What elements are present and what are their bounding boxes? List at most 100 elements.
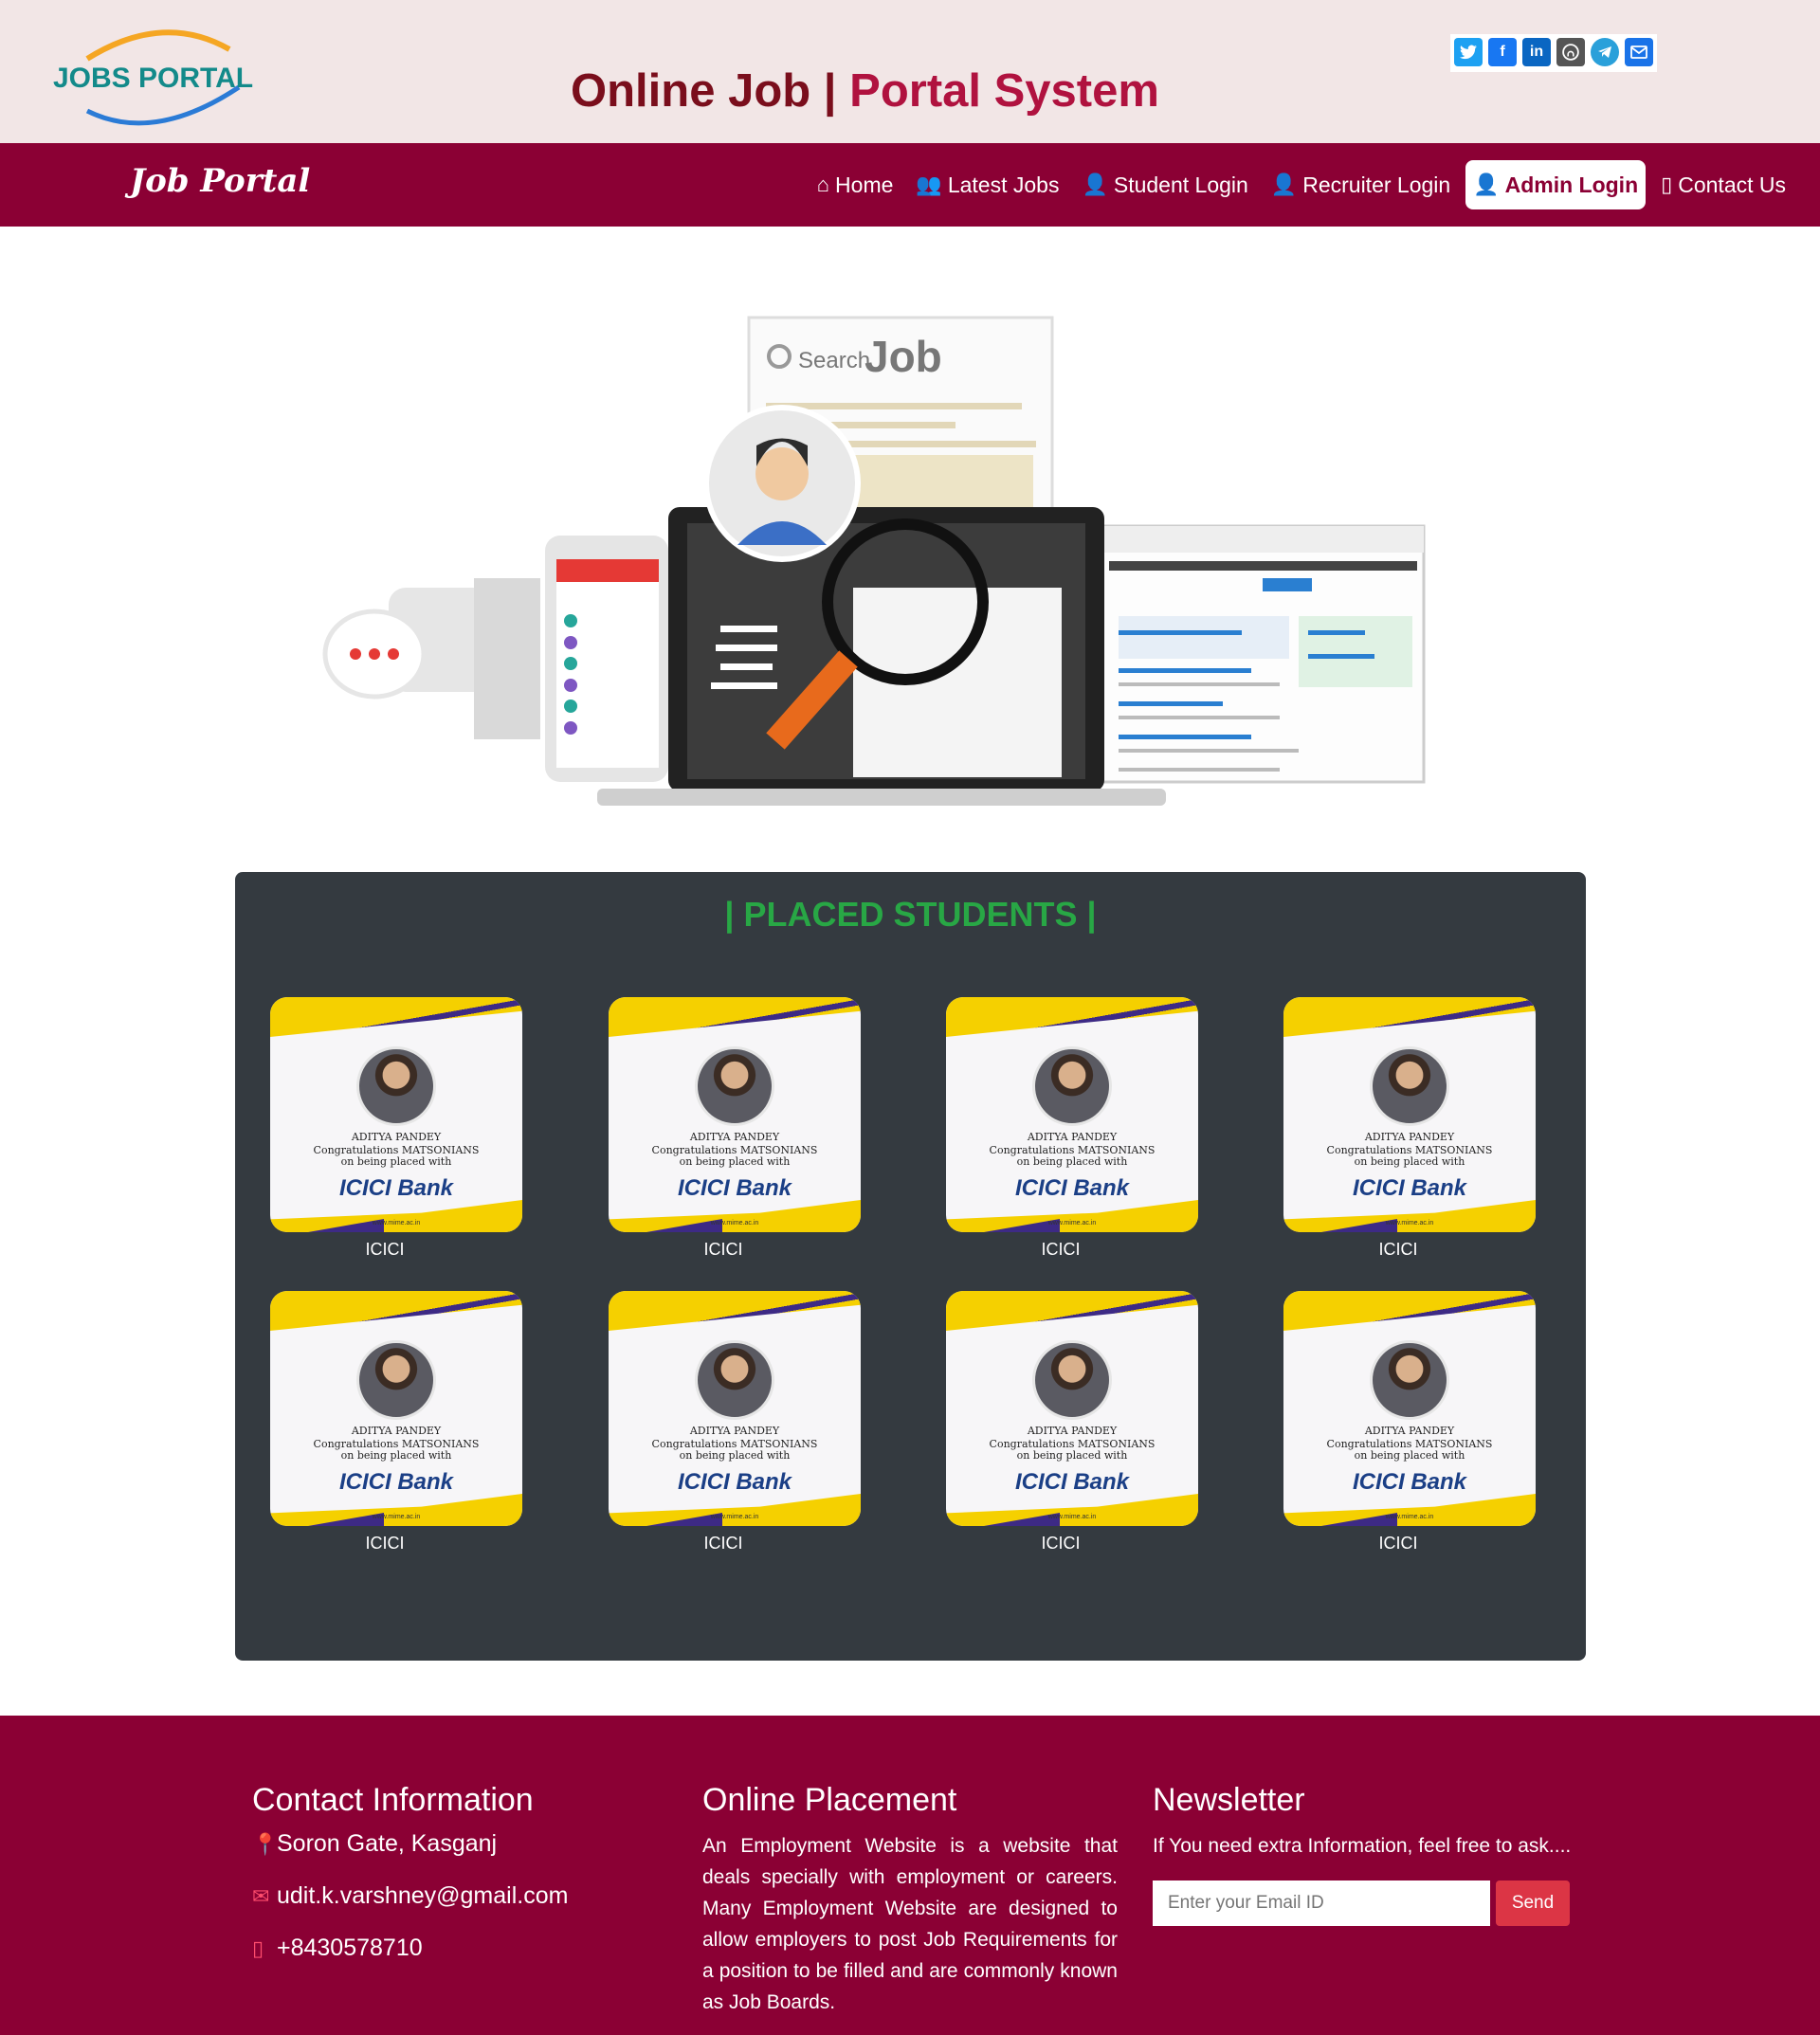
linkedin-icon[interactable]: in [1522,38,1551,66]
contact-phone[interactable]: ▯ +8430578710 [252,1935,650,1962]
newsletter: Newsletter If You need extra Information… [1153,1782,1589,1926]
twitter-icon[interactable] [1454,38,1483,66]
placement-text: An Employment Website is a website that … [702,1835,1118,2013]
users-icon: 👥 [916,173,942,196]
nav-latest-jobs[interactable]: 👥 Latest Jobs [908,160,1066,209]
poster-site: www.mime.ac.in [1385,1514,1434,1520]
hero-search-word: Job [864,332,942,381]
congrats-text: Congratulations MATSONIANS on being place… [609,1145,861,1168]
nav-contact-us[interactable]: ▯ Contact Us [1653,160,1793,209]
student-photo [1032,1046,1112,1126]
newsletter-text: If You need extra Information, feel free… [1153,1835,1572,1857]
brand-link[interactable]: Job Portal [130,162,310,200]
placed-student-card[interactable]: ADITYA PANDEY Congratulations MATSONIANS o… [270,1291,522,1554]
bank-logo: ICICI Bank [1014,1469,1130,1495]
hero-search-label: Search [798,348,870,373]
facebook-icon[interactable]: f [1488,38,1517,66]
placed-student-card[interactable]: ADITYA PANDEY Congratulations MATSONIANS o… [1283,1291,1536,1554]
nav-latest-jobs-label: Latest Jobs [947,172,1060,197]
placed-student-card[interactable]: ADITYA PANDEY Congratulations MATSONIANS o… [270,997,522,1260]
mobile-icon: ▯ [1661,173,1673,196]
congrats-line-2: on being placed with [679,1449,791,1462]
bank-logo: ICICI Bank [677,1175,792,1201]
main-navbar: Job Portal ⌂ Home 👥 Latest Jobs 👤 Studen… [0,143,1820,227]
congrats-text: Congratulations MATSONIANS on being place… [270,1439,522,1462]
online-placement: Online Placement An Employment Website i… [702,1782,1118,2018]
student-photo [1370,1046,1449,1126]
student-name: ADITYA PANDEY [1027,1425,1118,1437]
company-label: ICICI [1041,1534,1081,1553]
newsletter-email-input[interactable] [1153,1881,1490,1926]
bank-logo: ICICI Bank [1014,1175,1130,1201]
placed-student-card[interactable]: ADITYA PANDEY Congratulations MATSONIANS o… [609,1291,861,1554]
poster-band [609,1291,861,1331]
address-text: Soron Gate, Kasganj [277,1830,498,1857]
phone-text[interactable]: +8430578710 [277,1935,423,1962]
user-plus-icon: 👤 [1082,173,1108,196]
company-label: ICICI [703,1534,743,1553]
student-poster: ADITYA PANDEY Congratulations MATSONIANS o… [1283,1291,1536,1526]
placed-student-card[interactable]: ADITYA PANDEY Congratulations MATSONIANS o… [946,1291,1198,1554]
site-header: JOBS PORTAL Online Job | Portal System f… [0,0,1820,143]
placed-student-card[interactable]: ADITYA PANDEY Congratulations MATSONIANS o… [946,997,1198,1260]
company-label: ICICI [365,1534,405,1553]
poster-band [609,997,861,1037]
send-button[interactable]: Send [1496,1881,1570,1926]
envelope-icon: ✉ [252,1883,270,1908]
jobs-portal-logo[interactable]: JOBS PORTAL [49,21,267,135]
placed-student-card[interactable]: ADITYA PANDEY Congratulations MATSONIANS o… [609,997,861,1260]
nav-recruiter-login[interactable]: 👤 Recruiter Login [1264,160,1458,209]
poster-site: www.mime.ac.in [1047,1514,1097,1520]
poster-site: www.mime.ac.in [372,1220,421,1226]
nav-home[interactable]: ⌂ Home [810,160,901,209]
mobile-icon: ▯ [252,1935,264,1960]
student-poster: ADITYA PANDEY Congratulations MATSONIANS o… [609,1291,861,1526]
student-name: ADITYA PANDEY [689,1425,780,1437]
congrats-text: Congratulations MATSONIANS on being place… [946,1145,1198,1168]
user-cog-icon: 👤 [1473,173,1500,196]
company-label: ICICI [1378,1240,1418,1259]
telegram-icon[interactable] [1591,38,1619,66]
student-name: ADITYA PANDEY [689,1131,780,1143]
student-photo [356,1340,436,1420]
email-text[interactable]: udit.k.varshney@gmail.com [277,1882,568,1910]
github-icon[interactable] [1556,38,1585,66]
congrats-line-2: on being placed with [1016,1449,1128,1462]
contact-information: Contact Information 📍 Soron Gate, Kasgan… [252,1782,650,1987]
poster-band-bottom [946,1200,1198,1232]
newsletter-heading: Newsletter [1153,1782,1305,1818]
student-photo [1370,1340,1449,1420]
congrats-line-2: on being placed with [1354,1155,1465,1168]
bank-logo: ICICI Bank [1352,1175,1467,1201]
poster-band-bottom [946,1494,1198,1526]
student-poster: ADITYA PANDEY Congratulations MATSONIANS o… [946,997,1198,1232]
nav-admin-login[interactable]: 👤 Admin Login [1465,160,1647,209]
bank-logo: ICICI Bank [677,1469,792,1495]
poster-band [1283,997,1536,1037]
company-label: ICICI [1041,1240,1081,1259]
mail-icon[interactable] [1625,38,1653,66]
student-poster: ADITYA PANDEY Congratulations MATSONIANS o… [270,997,522,1232]
student-poster: ADITYA PANDEY Congratulations MATSONIANS o… [946,1291,1198,1526]
nav-student-login[interactable]: 👤 Student Login [1074,160,1255,209]
contact-address: 📍 Soron Gate, Kasganj [252,1830,650,1858]
nav-student-login-label: Student Login [1113,172,1248,197]
poster-band-bottom [609,1494,861,1526]
user-tie-icon: 👤 [1270,173,1298,196]
bank-logo: ICICI Bank [338,1469,454,1495]
placed-student-card[interactable]: ADITYA PANDEY Congratulations MATSONIANS o… [1283,997,1536,1260]
congrats-line-2: on being placed with [1016,1155,1128,1168]
social-links: f in [1450,34,1657,72]
congrats-line-2: on being placed with [1354,1449,1465,1462]
student-photo [695,1046,774,1126]
title-part-2: Portal System [849,65,1159,117]
contact-heading: Contact Information [252,1782,534,1818]
congrats-text: Congratulations MATSONIANS on being place… [1283,1145,1536,1168]
company-label: ICICI [703,1240,743,1259]
contact-email[interactable]: ✉ udit.k.varshney@gmail.com [252,1882,650,1910]
congrats-line-2: on being placed with [340,1155,452,1168]
title-part-1: Online Job | [571,65,837,117]
student-name: ADITYA PANDEY [351,1425,442,1437]
student-name: ADITYA PANDEY [351,1131,442,1143]
congrats-text: Congratulations MATSONIANS on being place… [946,1439,1198,1462]
